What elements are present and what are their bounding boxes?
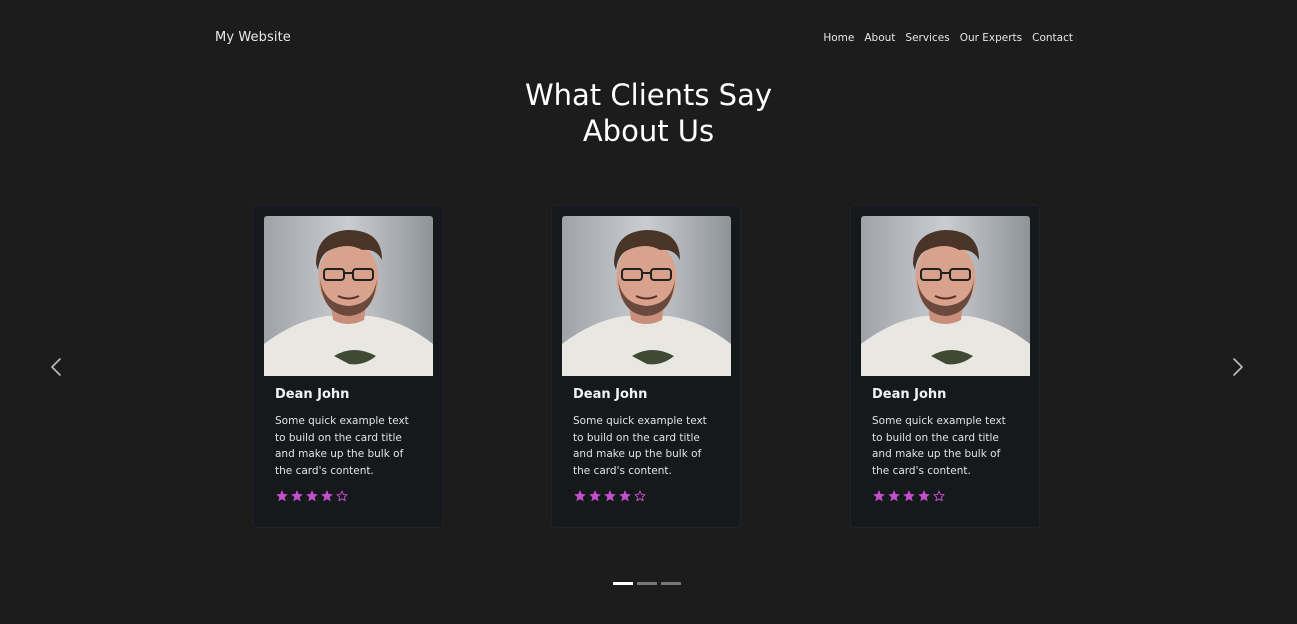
testimonial-text: Some quick example text to build on the … bbox=[573, 415, 707, 477]
nav-link-our-experts[interactable]: Our Experts bbox=[960, 32, 1022, 44]
star-filled-icon bbox=[618, 489, 632, 503]
carousel-next-button[interactable] bbox=[1223, 352, 1253, 382]
star-filled-icon bbox=[603, 489, 617, 503]
nav-link-home[interactable]: Home bbox=[823, 32, 854, 44]
section-title: What Clients Say About Us bbox=[0, 77, 1297, 149]
star-filled-icon bbox=[917, 489, 931, 503]
star-rating bbox=[872, 489, 946, 503]
star-filled-icon bbox=[320, 489, 334, 503]
star-empty-icon bbox=[335, 489, 349, 503]
star-filled-icon bbox=[275, 489, 289, 503]
testimonial-text: Some quick example text to build on the … bbox=[275, 415, 409, 477]
nav-link-services[interactable]: Services bbox=[905, 32, 949, 44]
chevron-left-icon bbox=[51, 358, 61, 376]
star-rating bbox=[573, 489, 647, 503]
star-filled-icon bbox=[872, 489, 886, 503]
star-rating bbox=[275, 489, 349, 503]
client-photo bbox=[562, 216, 731, 376]
star-filled-icon bbox=[290, 489, 304, 503]
client-name: Dean John bbox=[573, 387, 648, 402]
client-name: Dean John bbox=[275, 387, 350, 402]
carousel-prev-button[interactable] bbox=[41, 352, 71, 382]
carousel-indicators bbox=[613, 582, 681, 585]
star-filled-icon bbox=[588, 489, 602, 503]
star-filled-icon bbox=[902, 489, 916, 503]
client-photo bbox=[264, 216, 433, 376]
nav-link-about[interactable]: About bbox=[864, 32, 895, 44]
testimonial-card: Dean John Some quick example text to bui… bbox=[551, 205, 741, 528]
chevron-right-icon bbox=[1233, 358, 1243, 376]
carousel-indicator-2[interactable] bbox=[637, 582, 657, 585]
section-title-line-2: About Us bbox=[582, 114, 715, 148]
carousel-indicator-1[interactable] bbox=[613, 582, 633, 585]
star-filled-icon bbox=[573, 489, 587, 503]
star-empty-icon bbox=[932, 489, 946, 503]
star-empty-icon bbox=[633, 489, 647, 503]
testimonial-card: Dean John Some quick example text to bui… bbox=[850, 205, 1040, 528]
nav-links: Home About Services Our Experts Contact bbox=[823, 32, 1073, 44]
brand-link[interactable]: My Website bbox=[215, 30, 291, 45]
carousel-indicator-3[interactable] bbox=[661, 582, 681, 585]
star-filled-icon bbox=[887, 489, 901, 503]
navbar: My Website Home About Services Our Exper… bbox=[0, 0, 1297, 78]
client-photo bbox=[861, 216, 1030, 376]
client-name: Dean John bbox=[872, 387, 947, 402]
star-filled-icon bbox=[305, 489, 319, 503]
testimonial-text: Some quick example text to build on the … bbox=[872, 415, 1006, 477]
nav-link-contact[interactable]: Contact bbox=[1032, 32, 1073, 44]
testimonial-card: Dean John Some quick example text to bui… bbox=[253, 205, 443, 528]
section-title-line-1: What Clients Say bbox=[524, 78, 773, 112]
